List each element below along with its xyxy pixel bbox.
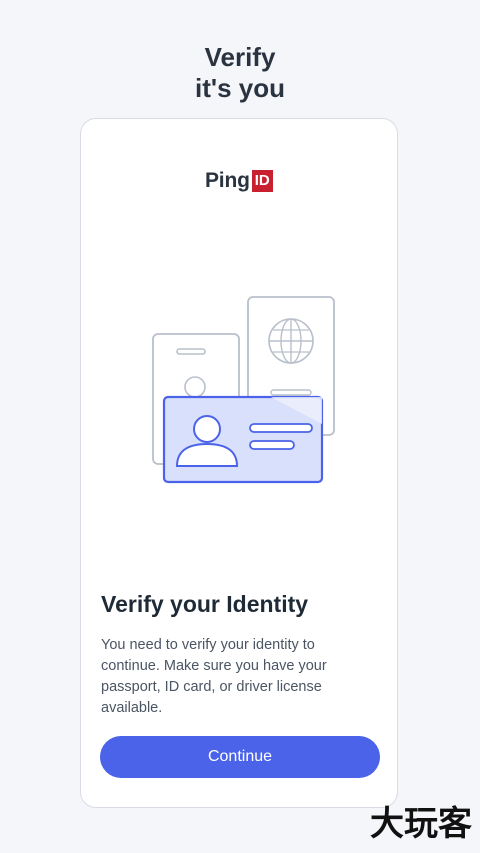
- verification-card: Ping ID Verify your Identity You need to…: [80, 118, 398, 808]
- page-title: Verify it's you: [0, 42, 480, 104]
- page-title-line2: it's you: [195, 73, 285, 103]
- logo-text: Ping: [205, 169, 250, 192]
- logo-badge: ID: [251, 170, 273, 192]
- watermark: 大玩客: [370, 804, 472, 844]
- continue-button[interactable]: Continue: [100, 736, 380, 778]
- id-documents-illustration: [152, 296, 335, 484]
- pingid-logo: Ping ID: [205, 167, 273, 195]
- headline: Verify your Identity: [101, 591, 309, 617]
- page-title-line1: Verify: [204, 42, 276, 72]
- body-text: You need to verify your identity to cont…: [101, 637, 327, 716]
